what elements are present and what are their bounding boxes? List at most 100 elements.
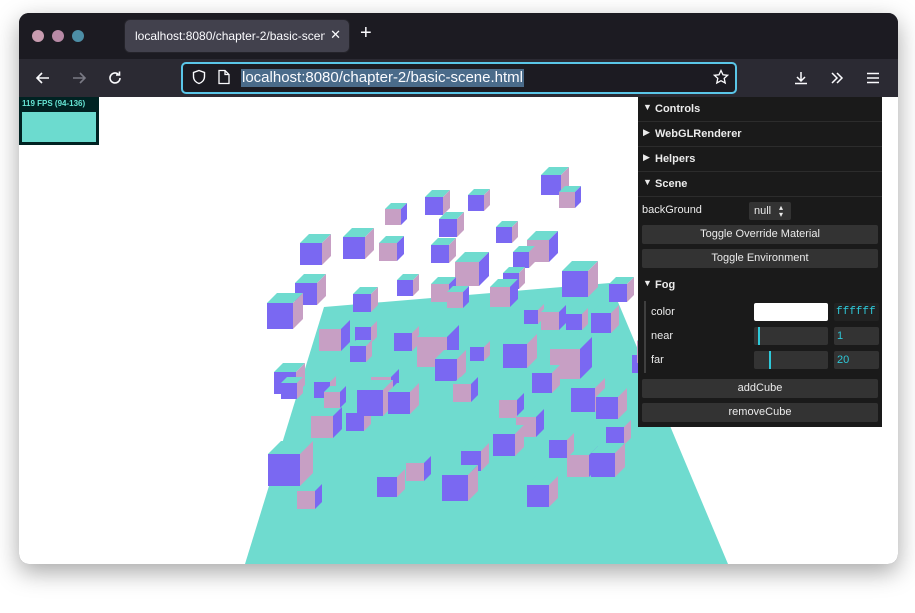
reload-button[interactable]	[103, 59, 127, 97]
scene-cube	[267, 293, 303, 329]
hamburger-menu-icon	[867, 72, 879, 84]
fps-readout: 119 FPS (94-136)	[22, 99, 86, 108]
toggle-override-material-button[interactable]: Toggle Override Material	[642, 225, 878, 244]
folder-scene[interactable]: ▼ Scene	[638, 172, 882, 197]
new-tab-button[interactable]: +	[360, 23, 372, 43]
fog-color-hex-input[interactable]: ffffff	[834, 303, 879, 321]
back-button[interactable]	[31, 59, 55, 97]
scene-cube	[490, 279, 518, 307]
fog-color-swatch[interactable]	[754, 303, 828, 321]
maximize-window-button[interactable]	[72, 30, 84, 42]
scene-cube	[559, 186, 581, 208]
scene-cube	[609, 277, 634, 302]
folder-helpers[interactable]: ▶ Helpers	[638, 147, 882, 172]
fog-near-row: near 1	[638, 324, 882, 348]
scene-cube	[388, 383, 419, 414]
scene-cube	[442, 465, 478, 501]
folder-controls-label: Controls	[655, 103, 701, 115]
scene-cube	[591, 305, 619, 333]
scene-cube	[385, 203, 407, 225]
scene-cube	[468, 189, 490, 211]
browser-window: localhost:8080/chapter-2/basic-scene.htm…	[19, 13, 898, 564]
fog-near-input[interactable]: 1	[834, 327, 879, 345]
scene-cube	[513, 246, 535, 268]
scene-cube	[281, 377, 303, 399]
fog-far-slider[interactable]	[754, 351, 828, 369]
chevron-down-icon: ▼	[643, 102, 652, 112]
double-chevron-right-icon	[831, 72, 844, 84]
scene-cube	[606, 420, 631, 445]
scene-cube	[503, 334, 537, 368]
folder-webglrenderer[interactable]: ▶ WebGLRenderer	[638, 122, 882, 147]
fog-far-input[interactable]: 20	[834, 351, 879, 369]
background-select[interactable]: null ▴ ▾	[749, 202, 791, 220]
fog-near-slider-fill	[758, 327, 760, 345]
reload-icon	[109, 71, 121, 84]
scene-cube	[355, 321, 377, 343]
url-text[interactable]: localhost:8080/chapter-2/basic-scene.htm…	[241, 69, 524, 87]
chevron-right-icon: ▶	[643, 127, 650, 137]
scene-cube	[297, 484, 322, 509]
fps-stats-panel[interactable]: 119 FPS (94-136)	[19, 97, 99, 145]
fog-near-label: near	[651, 330, 674, 342]
scene-cube	[311, 407, 342, 438]
star-icon[interactable]	[713, 69, 729, 85]
overflow-button[interactable]	[825, 59, 849, 97]
arrow-right-icon	[73, 72, 87, 84]
scene-cube	[431, 238, 456, 263]
download-icon	[795, 72, 807, 85]
forward-button[interactable]	[67, 59, 91, 97]
scene-cube	[527, 476, 558, 507]
browser-tab[interactable]: localhost:8080/chapter-2/basic-scene.htm…	[125, 20, 349, 52]
scene-cube	[353, 287, 378, 312]
toggle-environment-button[interactable]: Toggle Environment	[642, 249, 878, 268]
chevron-down-icon: ▼	[643, 177, 652, 187]
gui-controls-panel: ▼ Controls ▶ WebGLRenderer ▶ Helpers ▼ S…	[638, 97, 882, 427]
url-bar[interactable]: localhost:8080/chapter-2/basic-scene.htm…	[181, 62, 737, 94]
scene-cube	[591, 443, 625, 477]
scene-cube	[455, 252, 489, 286]
chevron-down-icon: ▼	[643, 278, 652, 288]
scene-cube	[394, 326, 419, 351]
scene-cube	[566, 308, 588, 330]
close-window-button[interactable]	[32, 30, 44, 42]
folder-scene-label: Scene	[655, 178, 688, 190]
fog-color-label: color	[651, 306, 675, 318]
fog-far-slider-fill	[769, 351, 771, 369]
fps-graph	[22, 112, 96, 142]
scene-cube	[343, 228, 374, 259]
chevron-right-icon: ▶	[643, 152, 650, 162]
add-cube-button[interactable]: addCube	[642, 379, 878, 398]
folder-fog[interactable]: ▼ Fog	[638, 273, 882, 297]
scene-cube	[470, 341, 490, 361]
tab-close-icon[interactable]: ✕	[330, 27, 341, 43]
folder-controls[interactable]: ▼ Controls	[638, 97, 882, 122]
fog-far-label: far	[651, 354, 664, 366]
scene-cube	[379, 236, 404, 261]
scene-cube	[377, 469, 405, 497]
downloads-button[interactable]	[789, 59, 813, 97]
folder-helpers-label: Helpers	[655, 153, 696, 165]
minimize-window-button[interactable]	[52, 30, 64, 42]
background-row: backGround null ▴ ▾	[638, 198, 882, 222]
scene-cube	[357, 380, 393, 416]
scene-cube	[596, 388, 627, 419]
background-label: backGround	[642, 204, 702, 216]
scene-cube	[562, 261, 598, 297]
scene-cube	[300, 234, 331, 265]
scene-cube	[324, 386, 346, 408]
navigation-bar: localhost:8080/chapter-2/basic-scene.htm…	[19, 59, 898, 97]
remove-cube-button[interactable]: removeCube	[642, 403, 878, 422]
scene-cube	[435, 350, 466, 381]
select-arrows-icon: ▴ ▾	[779, 203, 784, 219]
shield-icon[interactable]	[191, 69, 207, 85]
scene-cube	[493, 425, 524, 456]
folder-webglrenderer-label: WebGLRenderer	[655, 128, 742, 140]
menu-button[interactable]	[861, 59, 885, 97]
scene-cube	[447, 286, 469, 308]
scene-cube	[439, 212, 464, 237]
fog-near-slider[interactable]	[754, 327, 828, 345]
scene-cube	[350, 340, 372, 362]
scene-cube	[319, 320, 350, 351]
scene-cube	[532, 365, 560, 393]
